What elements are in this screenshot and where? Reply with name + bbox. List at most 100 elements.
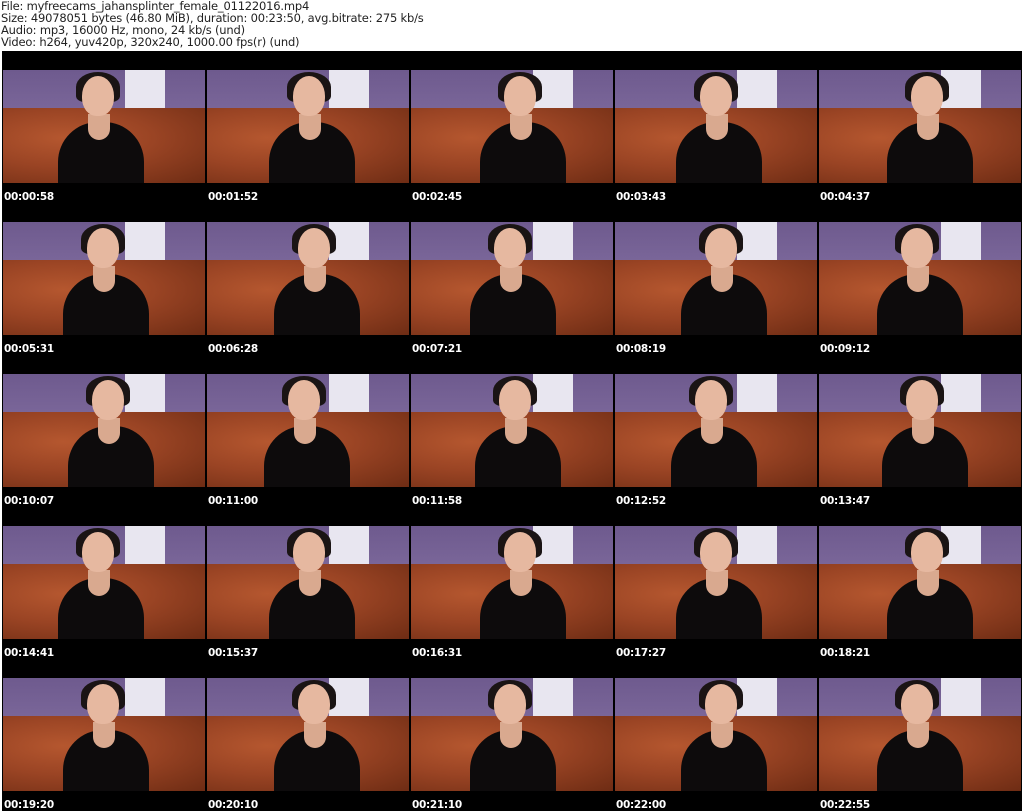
timestamp: 00:07:21 bbox=[412, 343, 462, 355]
person-face bbox=[298, 684, 330, 724]
timestamp: 00:15:37 bbox=[208, 647, 258, 659]
video-frame-thumbnail bbox=[411, 678, 613, 791]
thumbnail-cell: 00:11:58 bbox=[411, 355, 613, 507]
person-face bbox=[87, 228, 119, 268]
window bbox=[533, 374, 573, 414]
person-face bbox=[906, 380, 938, 420]
video-frame-thumbnail bbox=[3, 374, 205, 487]
timestamp: 00:18:21 bbox=[820, 647, 870, 659]
person-face bbox=[901, 228, 933, 268]
video-frame-thumbnail bbox=[411, 222, 613, 335]
person-neck bbox=[98, 418, 120, 444]
thumbnail-cell: 00:04:37 bbox=[819, 51, 1021, 203]
timestamp: 00:03:43 bbox=[616, 191, 666, 203]
thumbnail-cell: 00:17:27 bbox=[615, 507, 817, 659]
video-frame-thumbnail bbox=[411, 70, 613, 183]
person-neck bbox=[299, 570, 321, 596]
window bbox=[737, 678, 777, 718]
video-frame-thumbnail bbox=[411, 526, 613, 639]
person-neck bbox=[912, 418, 934, 444]
person-neck bbox=[294, 418, 316, 444]
person-neck bbox=[711, 722, 733, 748]
thumbnail-cell: 00:11:00 bbox=[207, 355, 409, 507]
window bbox=[329, 526, 369, 566]
window bbox=[941, 222, 981, 262]
person-face bbox=[700, 532, 732, 572]
person-face bbox=[695, 380, 727, 420]
person-face bbox=[293, 76, 325, 116]
person-face bbox=[705, 684, 737, 724]
person-face bbox=[911, 532, 943, 572]
timestamp: 00:00:58 bbox=[4, 191, 54, 203]
video-frame-thumbnail bbox=[3, 678, 205, 791]
file-info-header: File: myfreecams_jahansplinter_female_01… bbox=[1, 0, 424, 48]
thumbnail-cell: 00:22:00 bbox=[615, 659, 817, 811]
person-face bbox=[87, 684, 119, 724]
timestamp: 00:11:00 bbox=[208, 495, 258, 507]
person-neck bbox=[505, 418, 527, 444]
timestamp: 00:05:31 bbox=[4, 343, 54, 355]
window bbox=[125, 526, 165, 566]
person-neck bbox=[907, 266, 929, 292]
person-face bbox=[700, 76, 732, 116]
thumbnail-cell: 00:18:21 bbox=[819, 507, 1021, 659]
person-neck bbox=[93, 266, 115, 292]
person-face bbox=[499, 380, 531, 420]
person-neck bbox=[917, 114, 939, 140]
person-face bbox=[288, 380, 320, 420]
thumbnail-cell: 00:13:47 bbox=[819, 355, 1021, 507]
video-frame-thumbnail bbox=[207, 70, 409, 183]
window bbox=[125, 222, 165, 262]
thumbnail-cell: 00:03:43 bbox=[615, 51, 817, 203]
thumbnail-cell: 00:19:20 bbox=[3, 659, 205, 811]
window bbox=[125, 70, 165, 110]
thumbnail-cell: 00:00:58 bbox=[3, 51, 205, 203]
person-neck bbox=[510, 570, 532, 596]
timestamp: 00:12:52 bbox=[616, 495, 666, 507]
window bbox=[329, 70, 369, 110]
thumbnail-cell: 00:06:28 bbox=[207, 203, 409, 355]
person-face bbox=[705, 228, 737, 268]
timestamp: 00:17:27 bbox=[616, 647, 666, 659]
timestamp: 00:02:45 bbox=[412, 191, 462, 203]
person-neck bbox=[304, 722, 326, 748]
timestamp: 00:22:00 bbox=[616, 799, 666, 811]
timestamp: 00:06:28 bbox=[208, 343, 258, 355]
window bbox=[941, 678, 981, 718]
video-frame-thumbnail bbox=[819, 526, 1021, 639]
thumbnail-cell: 00:10:07 bbox=[3, 355, 205, 507]
person-face bbox=[82, 76, 114, 116]
timestamp: 00:22:55 bbox=[820, 799, 870, 811]
person-neck bbox=[510, 114, 532, 140]
thumbnail-cell: 00:12:52 bbox=[615, 355, 817, 507]
person-face bbox=[504, 76, 536, 116]
timestamp: 00:11:58 bbox=[412, 495, 462, 507]
person-face bbox=[293, 532, 325, 572]
video-frame-thumbnail bbox=[819, 70, 1021, 183]
person-neck bbox=[701, 418, 723, 444]
thumbnail-cell: 00:02:45 bbox=[411, 51, 613, 203]
timestamp: 00:19:20 bbox=[4, 799, 54, 811]
person-neck bbox=[93, 722, 115, 748]
video-frame-thumbnail bbox=[3, 526, 205, 639]
window bbox=[533, 222, 573, 262]
thumbnail-cell: 00:16:31 bbox=[411, 507, 613, 659]
video-frame-thumbnail bbox=[819, 222, 1021, 335]
window bbox=[329, 374, 369, 414]
video-frame-thumbnail bbox=[207, 678, 409, 791]
window bbox=[737, 374, 777, 414]
person-neck bbox=[907, 722, 929, 748]
person-face bbox=[504, 532, 536, 572]
person-face bbox=[911, 76, 943, 116]
thumbnail-cell: 00:20:10 bbox=[207, 659, 409, 811]
thumbnail-cell: 00:01:52 bbox=[207, 51, 409, 203]
person-neck bbox=[88, 570, 110, 596]
thumbnail-cell: 00:15:37 bbox=[207, 507, 409, 659]
video-frame-thumbnail bbox=[819, 678, 1021, 791]
person-face bbox=[298, 228, 330, 268]
video-frame-thumbnail bbox=[819, 374, 1021, 487]
thumbnail-cell: 00:14:41 bbox=[3, 507, 205, 659]
person-face bbox=[901, 684, 933, 724]
person-neck bbox=[917, 570, 939, 596]
video-frame-thumbnail bbox=[615, 374, 817, 487]
